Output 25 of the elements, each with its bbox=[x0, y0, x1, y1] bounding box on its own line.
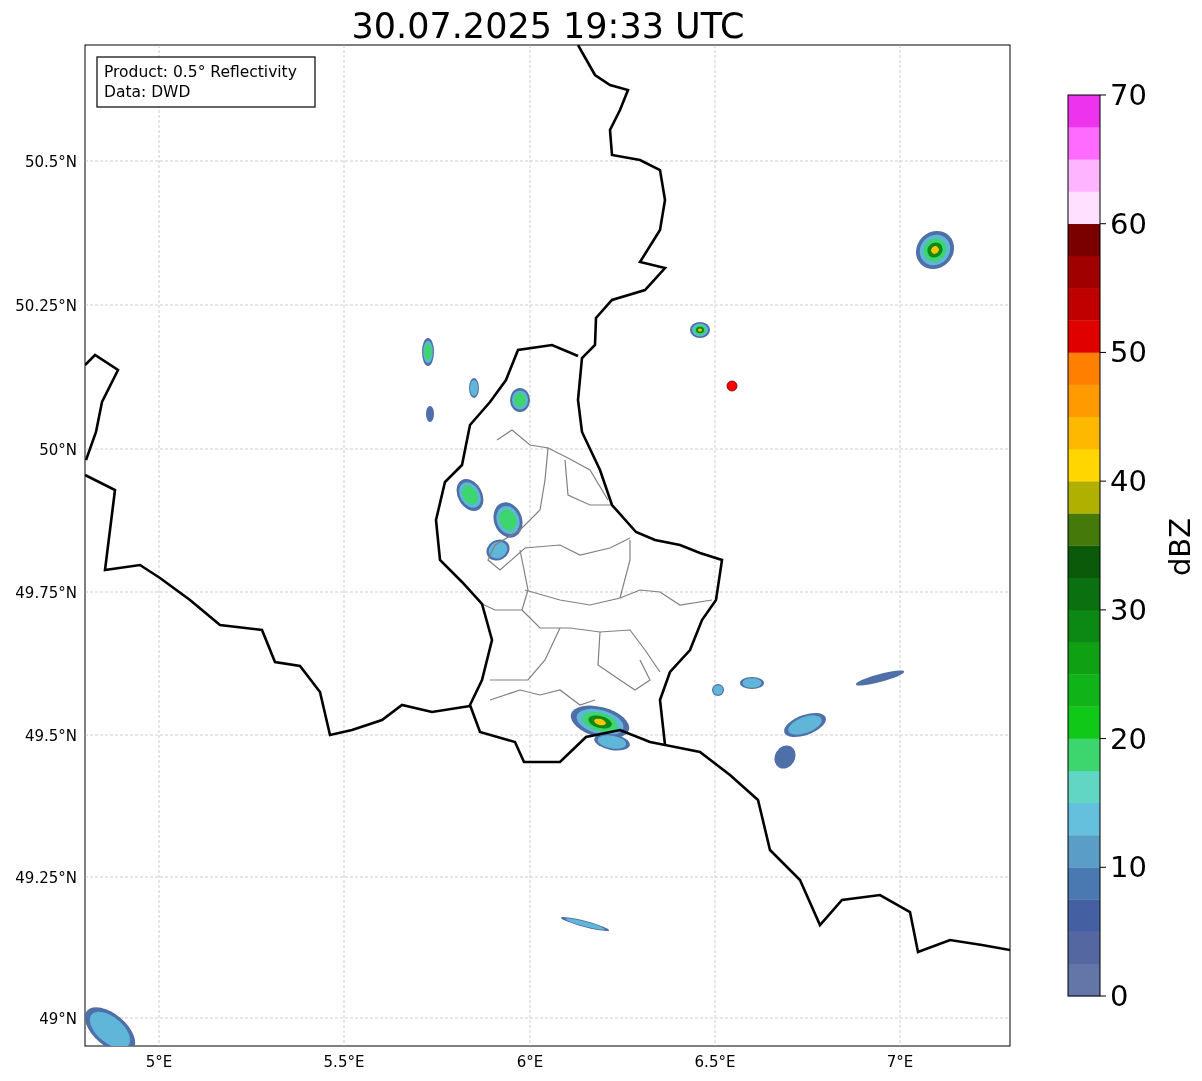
station-marker bbox=[726, 380, 738, 392]
colorbar-tick-label: 70 bbox=[1110, 78, 1147, 112]
colorbar-tick-label: 60 bbox=[1110, 206, 1147, 241]
latitude-label: 49.25°N bbox=[15, 869, 77, 887]
colorbar-label: dBZ bbox=[1163, 517, 1197, 577]
colorbar-tick-label: 50 bbox=[1110, 335, 1147, 370]
longitude-label: 6.5°E bbox=[694, 1053, 736, 1071]
colorbar-tick-label: 40 bbox=[1110, 464, 1147, 499]
colorbar-tick-label: 0 bbox=[1110, 979, 1129, 1013]
info-text: Product: 0.5° Reflectivity bbox=[104, 63, 297, 81]
colorbar-tick-label: 30 bbox=[1110, 592, 1147, 627]
latitude-label: 49.75°N bbox=[15, 584, 77, 602]
colorbar-tick-label: 10 bbox=[1110, 850, 1147, 885]
chart-title: 30.07.2025 19:33 UTC bbox=[351, 6, 745, 46]
latitude-label: 49°N bbox=[39, 1010, 77, 1028]
longitude-label: 5.5°E bbox=[323, 1053, 365, 1071]
longitude-label: 5°E bbox=[145, 1053, 173, 1071]
longitude-label: 6°E bbox=[516, 1053, 544, 1071]
colorbar-tick-label: 20 bbox=[1110, 721, 1147, 756]
latitude-label: 50°N bbox=[39, 441, 77, 459]
longitude-label: 7°E bbox=[886, 1053, 914, 1071]
latitude-label: 50.5°N bbox=[24, 153, 77, 171]
latitude-label: 49.5°N bbox=[24, 727, 77, 745]
info-text: Data: DWD bbox=[104, 83, 191, 101]
latitude-label: 50.25°N bbox=[15, 297, 77, 315]
